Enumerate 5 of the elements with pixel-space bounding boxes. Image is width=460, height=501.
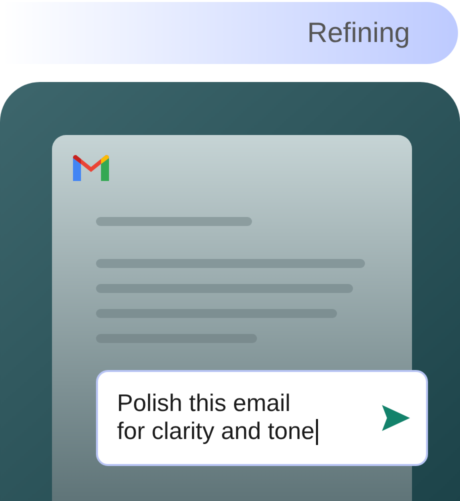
send-icon[interactable]: [382, 405, 410, 431]
status-label: Refining: [307, 16, 410, 50]
prompt-field[interactable]: Polish this email for clarity and tone: [96, 370, 428, 466]
mail-logo-icon: [73, 155, 109, 181]
prompt-text: Polish this email for clarity and tone: [117, 390, 314, 446]
